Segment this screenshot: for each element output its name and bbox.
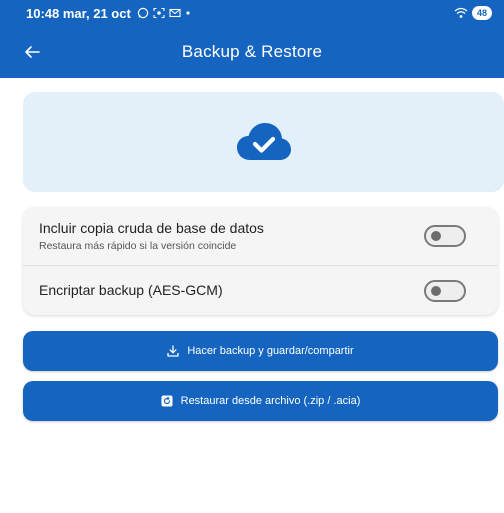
restore-file-icon bbox=[161, 395, 173, 407]
status-bar: 10:48 mar, 21 oct 48 bbox=[0, 0, 504, 26]
option-encrypt-backup[interactable]: Encriptar backup (AES-GCM) bbox=[23, 267, 498, 315]
back-button[interactable] bbox=[18, 38, 46, 66]
option-title: Encriptar backup (AES-GCM) bbox=[39, 282, 223, 298]
dot-icon bbox=[186, 11, 190, 15]
backup-restore-screen: 10:48 mar, 21 oct 48 Backup & Restore In… bbox=[0, 0, 504, 513]
notification-icons bbox=[137, 7, 191, 19]
option-title: Incluir copia cruda de base de datos bbox=[39, 220, 264, 236]
page-title: Backup & Restore bbox=[181, 42, 323, 61]
whatsapp-icon bbox=[137, 7, 148, 19]
restore-from-file-button[interactable]: Restaurar desde archivo (.zip / .acia) bbox=[23, 381, 498, 421]
battery-level: 48 bbox=[472, 6, 492, 20]
status-time-date: 10:48 mar, 21 oct bbox=[26, 5, 131, 21]
option-raw-db-copy[interactable]: Incluir copia cruda de base de datos Res… bbox=[23, 207, 498, 266]
mail-icon bbox=[169, 8, 181, 18]
restore-from-file-label: Restaurar desde archivo (.zip / .acia) bbox=[180, 395, 361, 407]
backup-share-label: Hacer backup y guardar/compartir bbox=[187, 345, 354, 357]
hero-banner bbox=[23, 92, 504, 192]
app-bar: Backup & Restore bbox=[0, 26, 504, 78]
encrypt-backup-toggle[interactable] bbox=[424, 280, 466, 302]
toggle-knob bbox=[431, 231, 441, 241]
arrow-back-icon bbox=[25, 46, 40, 58]
screen-record-icon bbox=[153, 7, 165, 19]
options-card: Incluir copia cruda de base de datos Res… bbox=[23, 207, 498, 315]
status-right: 48 bbox=[454, 6, 492, 20]
cloud-check-icon bbox=[236, 123, 291, 160]
download-icon bbox=[167, 345, 179, 357]
status-left: 10:48 mar, 21 oct bbox=[26, 6, 191, 21]
wifi-icon bbox=[454, 7, 468, 18]
option-subtitle: Restaura más rápido si la versión coinci… bbox=[39, 240, 237, 252]
raw-db-copy-toggle[interactable] bbox=[424, 225, 466, 247]
backup-share-button[interactable]: Hacer backup y guardar/compartir bbox=[23, 331, 498, 371]
toggle-knob bbox=[431, 286, 441, 296]
